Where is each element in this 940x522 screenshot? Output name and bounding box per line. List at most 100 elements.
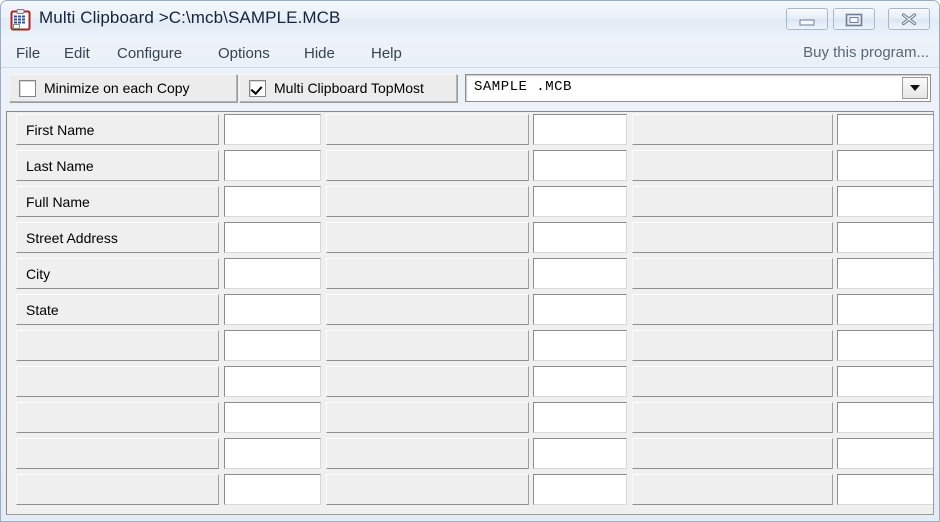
row-spacer-cell-2[interactable] (632, 438, 833, 469)
row-input-cell-2[interactable] (533, 330, 627, 361)
grid-row: Street Address (7, 220, 933, 256)
row-label-cell[interactable]: Full Name (16, 186, 219, 217)
chevron-down-icon[interactable] (902, 77, 928, 99)
row-spacer-cell-1[interactable] (326, 294, 529, 325)
row-input-cell-1[interactable] (224, 114, 321, 145)
row-label-cell[interactable] (16, 438, 219, 469)
row-input-cell-2[interactable] (533, 366, 627, 397)
row-input-cell-1[interactable] (224, 402, 321, 433)
row-label-cell-text: Last Name (26, 157, 94, 174)
row-input-cell-1[interactable] (224, 150, 321, 181)
row-spacer-cell-2[interactable] (632, 330, 833, 361)
row-label-cell-text: First Name (26, 121, 95, 138)
row-spacer-cell-2[interactable] (632, 294, 833, 325)
row-label-cell[interactable] (16, 402, 219, 433)
grid-row (7, 400, 933, 436)
menu-item-edit[interactable]: Edit (57, 44, 97, 63)
maximize-button[interactable] (833, 8, 875, 30)
row-input-cell-3[interactable] (837, 222, 933, 253)
row-input-cell-3[interactable] (837, 438, 933, 469)
row-input-cell-1[interactable] (224, 294, 321, 325)
row-label-cell-text: Full Name (26, 193, 90, 210)
menu-item-help[interactable]: Help (364, 44, 409, 63)
row-input-cell-2[interactable] (533, 438, 627, 469)
row-spacer-cell-1[interactable] (326, 114, 529, 145)
row-input-cell-2[interactable] (533, 402, 627, 433)
clipboard-file-select[interactable]: SAMPLE .MCB (465, 74, 931, 102)
row-label-cell[interactable]: City (16, 258, 219, 289)
row-label-cell[interactable]: First Name (16, 114, 219, 145)
row-spacer-cell-1[interactable] (326, 330, 529, 361)
row-input-cell-3[interactable] (837, 186, 933, 217)
row-label-cell[interactable] (16, 366, 219, 397)
menu-item-configure[interactable]: Configure (110, 44, 189, 63)
close-button[interactable] (888, 8, 930, 30)
row-input-cell-1[interactable] (224, 186, 321, 217)
row-spacer-cell-1[interactable] (326, 366, 529, 397)
row-spacer-cell-2[interactable] (632, 222, 833, 253)
row-input-cell-3[interactable] (837, 402, 933, 433)
menu-bar: File Edit Configure Options Hide Help Bu… (1, 39, 939, 68)
grid-row (7, 364, 933, 400)
grid-row: First Name (7, 112, 933, 148)
row-spacer-cell-2[interactable] (632, 186, 833, 217)
row-spacer-cell-1[interactable] (326, 474, 529, 505)
title-bar: Multi Clipboard >C:\mcb\SAMPLE.MCB (1, 1, 939, 40)
row-input-cell-2[interactable] (533, 258, 627, 289)
row-input-cell-1[interactable] (224, 222, 321, 253)
clipboard-file-value: SAMPLE .MCB (474, 79, 572, 95)
row-spacer-cell-1[interactable] (326, 186, 529, 217)
row-spacer-cell-2[interactable] (632, 150, 833, 181)
row-input-cell-3[interactable] (837, 258, 933, 289)
row-input-cell-1[interactable] (224, 258, 321, 289)
row-input-cell-2[interactable] (533, 114, 627, 145)
row-spacer-cell-1[interactable] (326, 438, 529, 469)
row-input-cell-2[interactable] (533, 222, 627, 253)
minimize-button[interactable] (786, 8, 828, 30)
menu-item-file[interactable]: File (9, 44, 47, 63)
row-label-cell[interactable] (16, 330, 219, 361)
row-input-cell-3[interactable] (837, 366, 933, 397)
row-input-cell-1[interactable] (224, 366, 321, 397)
row-spacer-cell-2[interactable] (632, 366, 833, 397)
row-input-cell-3[interactable] (837, 150, 933, 181)
multi-clipboard-topmost-toggle[interactable]: Multi Clipboard TopMost (239, 74, 457, 102)
menu-item-options[interactable]: Options (211, 44, 277, 63)
grid-row: Full Name (7, 184, 933, 220)
row-input-cell-3[interactable] (837, 294, 933, 325)
row-input-cell-3[interactable] (837, 114, 933, 145)
row-spacer-cell-2[interactable] (632, 474, 833, 505)
minimize-on-each-copy-toggle[interactable]: Minimize on each Copy (9, 74, 237, 102)
grid-row: Last Name (7, 148, 933, 184)
row-input-cell-3[interactable] (837, 330, 933, 361)
row-input-cell-2[interactable] (533, 474, 627, 505)
row-input-cell-3[interactable] (837, 474, 933, 505)
row-spacer-cell-2[interactable] (632, 402, 833, 433)
row-spacer-cell-2[interactable] (632, 258, 833, 289)
multi-clipboard-topmost-label: Multi Clipboard TopMost (274, 80, 424, 96)
row-label-cell-text: City (26, 265, 51, 282)
row-spacer-cell-2[interactable] (632, 114, 833, 145)
row-input-cell-2[interactable] (533, 294, 627, 325)
row-label-cell[interactable]: Last Name (16, 150, 219, 181)
row-input-cell-2[interactable] (533, 186, 627, 217)
row-spacer-cell-1[interactable] (326, 402, 529, 433)
row-spacer-cell-1[interactable] (326, 222, 529, 253)
row-spacer-cell-1[interactable] (326, 258, 529, 289)
row-input-cell-1[interactable] (224, 330, 321, 361)
row-label-cell[interactable] (16, 474, 219, 505)
minimize-on-each-copy-checkbox[interactable] (19, 79, 36, 97)
row-label-cell-text: State (26, 301, 59, 318)
grid-row (7, 436, 933, 472)
row-input-cell-1[interactable] (224, 438, 321, 469)
row-input-cell-2[interactable] (533, 150, 627, 181)
row-label-cell[interactable]: Street Address (16, 222, 219, 253)
row-spacer-cell-1[interactable] (326, 150, 529, 181)
buy-this-program-link[interactable]: Buy this program... (803, 44, 929, 61)
multi-clipboard-topmost-checkbox[interactable] (249, 79, 266, 97)
row-label-cell[interactable]: State (16, 294, 219, 325)
row-input-cell-1[interactable] (224, 474, 321, 505)
menu-item-hide[interactable]: Hide (297, 44, 342, 63)
clipboard-grid-icon (10, 9, 31, 31)
grid-row: State (7, 292, 933, 328)
